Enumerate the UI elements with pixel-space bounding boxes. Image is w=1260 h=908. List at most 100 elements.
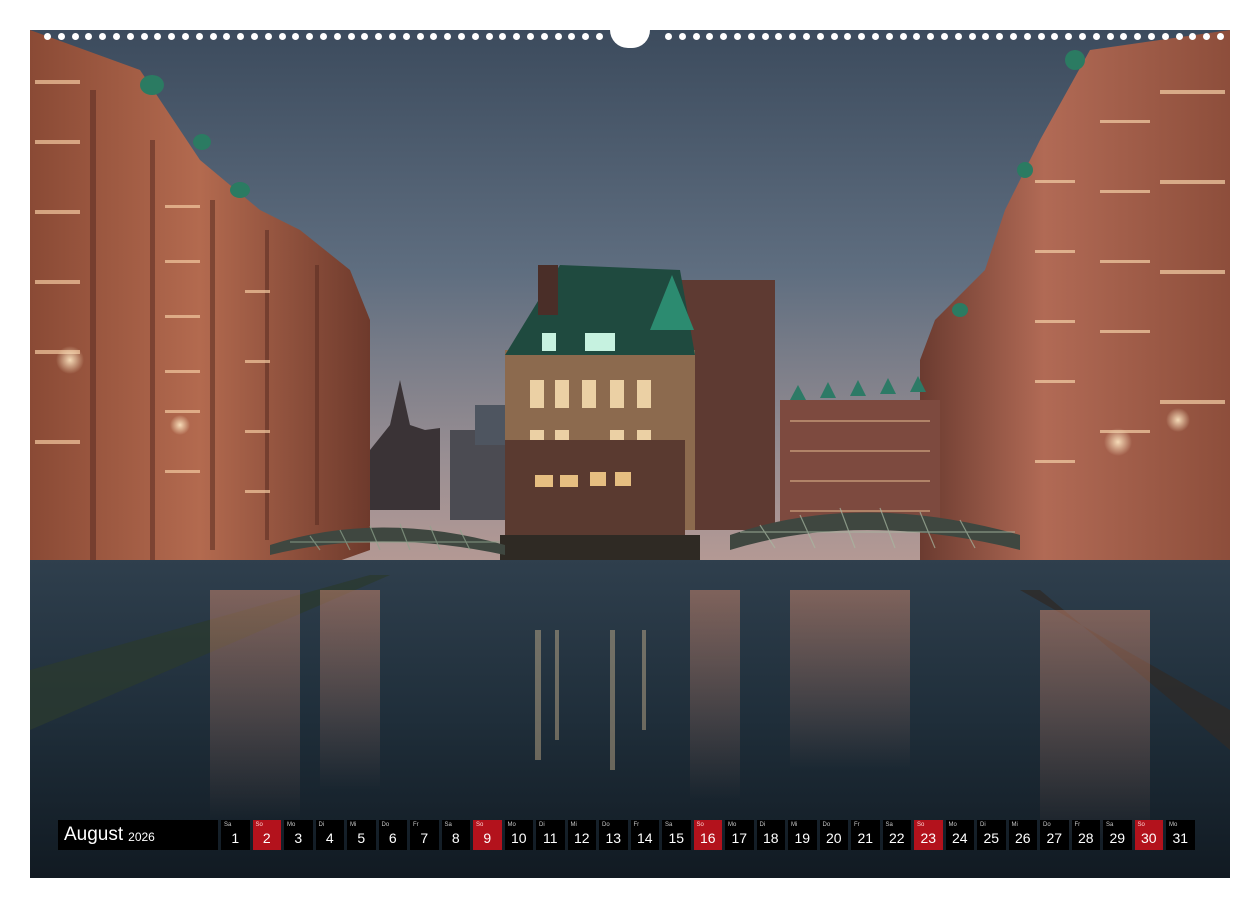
binding-hole [333,33,341,40]
weekday-label: Mo [287,822,296,828]
weekday-label: Mo [728,822,737,828]
binding-hole [1217,33,1224,40]
day-cell: Di 25 [977,820,1006,850]
month-label: August 2026 [58,820,218,850]
day-number: 23 [920,830,937,846]
day-number: 26 [1014,830,1031,846]
binding-hole [458,33,465,40]
binding-hole [858,33,866,40]
binding-hole [968,33,976,40]
binding-hole [140,33,148,40]
weekday-label: Fr [1074,822,1081,828]
binding-hole [485,33,493,40]
binding-hole [168,33,176,40]
day-number: 27 [1046,830,1063,846]
binding-hole [1065,33,1073,40]
canal-warehouse-scene [30,30,1230,878]
binding-hole [982,33,990,40]
day-number: 18 [762,830,779,846]
day-number: 1 [231,830,240,846]
day-cell: So 23 [914,820,943,850]
binding-hole [292,33,300,40]
day-number: 11 [542,830,558,846]
binding-hole [941,33,948,40]
binding-hole [402,33,410,40]
calendar-bar: August 2026 Sa 1 So 2 Mo 3 Di 4 Mi 5 Do 6 Fr 7 Sa 8 So 9 M… [58,820,1195,850]
day-number: 21 [857,830,874,846]
day-number: 20 [825,830,842,846]
day-cell: Mo 3 [284,820,313,850]
day-number: 31 [1172,830,1189,846]
binding-hole [1189,33,1197,40]
weekday-label: Sa [885,822,893,828]
day-cell: So 2 [252,820,281,850]
day-cell: Fr 7 [410,820,439,850]
binding-hole [899,33,907,40]
binding-hole [720,33,728,40]
binding-hole [885,33,893,40]
binding-hole [582,33,590,40]
day-number: 8 [451,830,460,846]
day-cell: Do 6 [378,820,407,850]
binding-hole [306,33,314,40]
binding-hole [1134,33,1142,40]
binding-hole [996,33,1004,40]
weekday-label: Di [980,822,986,828]
day-number: 5 [357,830,366,846]
binding-hole [1175,33,1183,40]
day-number: 15 [668,830,685,846]
binding-hole [540,33,548,40]
day-number: 7 [420,830,429,846]
day-number: 29 [1109,830,1126,846]
weekday-label: So [255,822,263,828]
day-cell: So 9 [473,820,502,850]
binding-hole [182,33,189,40]
binding-hole [471,33,479,40]
weekday-label: Mo [1169,822,1178,828]
day-number: 24 [951,830,968,846]
day-cell: Mo 31 [1166,820,1195,850]
binding-hole [1037,33,1045,40]
weekday-label: Fr [633,822,640,828]
binding-hole [237,33,245,40]
binding-hole [223,33,231,40]
day-cell: Di 18 [756,820,785,850]
day-number: 30 [1140,830,1157,846]
binding-hole [1023,33,1031,40]
day-number: 12 [573,830,590,846]
day-cell: Mo 10 [504,820,533,850]
binding-hole [251,33,258,40]
binding-hole [706,33,714,40]
weekday-label: So [917,822,925,828]
binding-hole [872,33,879,40]
binding-hole [1106,33,1114,40]
binding-hole [195,33,203,40]
day-cell: Di 11 [536,820,565,850]
day-cell: Fr 14 [630,820,659,850]
binding-hole [554,33,562,40]
day-cell: So 16 [693,820,722,850]
binding-hole [954,33,962,40]
day-number: 9 [483,830,492,846]
binding-hole [375,33,383,40]
day-number: 22 [888,830,905,846]
day-cell: Sa 15 [662,820,691,850]
binding-hole [57,33,65,40]
weekday-label: Mi [1011,822,1018,828]
day-cell: So 30 [1134,820,1163,850]
day-number: 13 [605,830,622,846]
binding-hole [44,33,51,40]
binding-hole [416,33,424,40]
weekday-label: Mi [570,822,577,828]
day-number: 2 [262,830,271,846]
binding-hole [678,33,686,40]
day-cell: Sa 29 [1103,820,1132,850]
day-cell: Mi 26 [1008,820,1037,850]
day-cell: Do 27 [1040,820,1069,850]
binding-hole [71,33,79,40]
binding-hole [527,33,534,40]
binding-hole [499,33,507,40]
binding-hole [209,33,217,40]
binding-hole [596,33,603,40]
day-number: 4 [325,830,334,846]
